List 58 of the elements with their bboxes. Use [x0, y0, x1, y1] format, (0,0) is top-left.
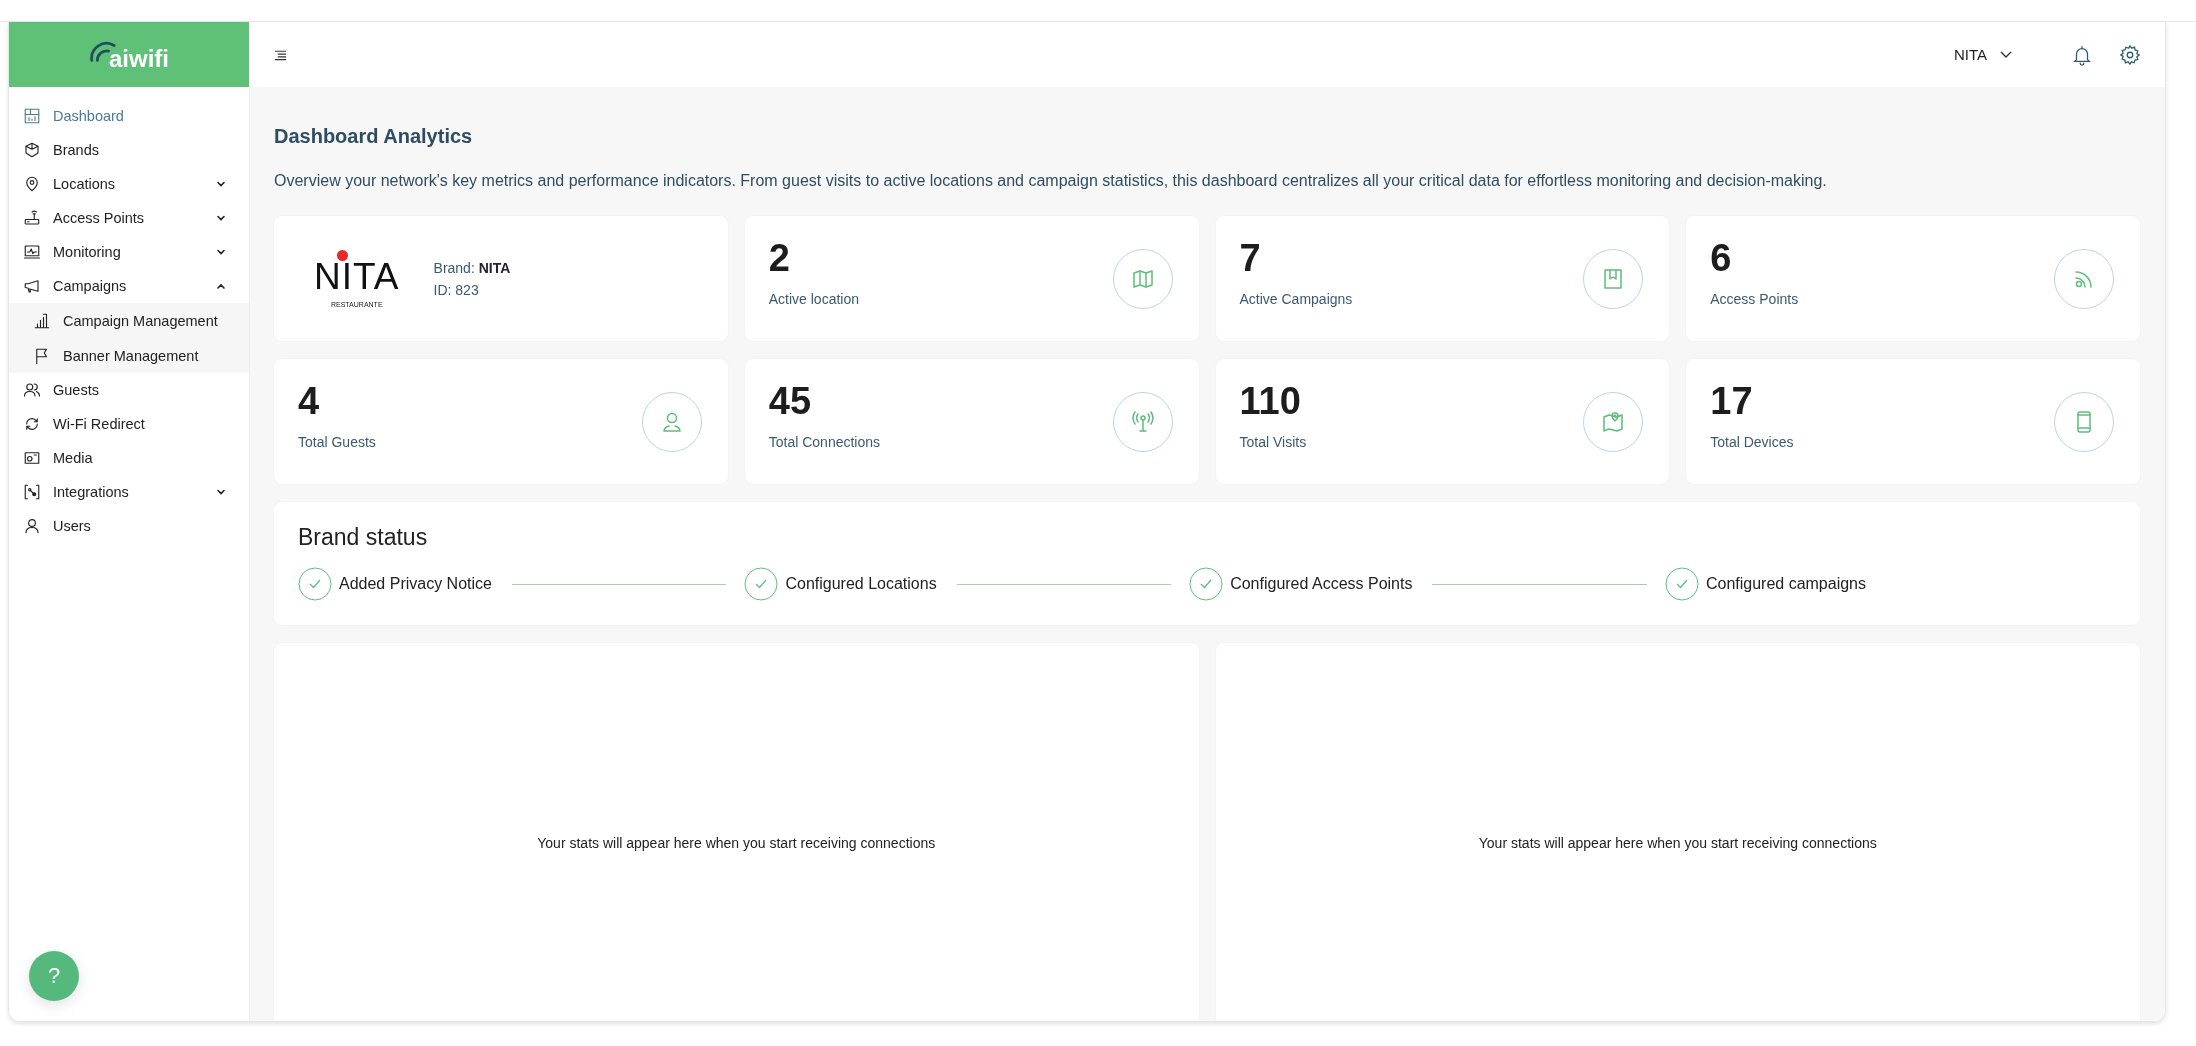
stat-value: 7 [1239, 237, 1262, 280]
stat-label: Access Points [1710, 291, 1799, 308]
hexagon-icon [23, 141, 41, 159]
stat-label: Total Devices [1710, 434, 1794, 451]
submenu-item[interactable]: Banner Management [9, 338, 249, 373]
stat-value: 6 [1710, 237, 1733, 280]
sidebar-item[interactable]: Dashboard [9, 99, 249, 133]
menu-icon[interactable] [274, 48, 287, 61]
location-pin-icon [23, 175, 41, 193]
stat-value: 4 [298, 380, 321, 423]
step-label: Configured Locations [785, 575, 937, 593]
stat-label: Active Campaigns [1239, 291, 1353, 308]
page-description: Overview your network's key metrics and performance indicators. From guest visits to active locations and campaign statistics, this dashboard centralizes all your critical data for effortless monitoring and decision-making. [274, 172, 1828, 190]
brand-name: Brand: NITA [433, 259, 511, 276]
empty-state-message: Your stats will appear here when you start receiving connections [537, 835, 936, 851]
stat-value: 45 [768, 380, 813, 423]
sidebar-item[interactable]: Users [9, 509, 249, 543]
megaphone-icon [23, 277, 41, 295]
stat-value: 110 [1239, 380, 1302, 423]
integration-icon [23, 483, 41, 501]
sidebar-item[interactable]: Access Points [9, 201, 249, 235]
bar-chart-icon [33, 311, 51, 330]
step-label: Configured Access Points [1230, 575, 1413, 593]
stat-label: Active location [768, 291, 860, 308]
user-menu[interactable]: NITA [1953, 46, 1987, 63]
step-label: Configured campaigns [1705, 575, 1866, 593]
step-label: Added Privacy Notice [339, 575, 492, 593]
dashboard-icon [23, 107, 41, 125]
sidebar-item[interactable]: Locations [9, 167, 249, 201]
section-title: Brand status [298, 524, 429, 551]
stat-label: Total Guests [298, 434, 376, 451]
stat-value: 17 [1710, 380, 1754, 423]
page-title: Dashboard Analytics [274, 125, 474, 148]
submenu-item[interactable]: Campaign Management [9, 303, 249, 338]
monitor-icon [23, 243, 41, 261]
brand-id: ID: 823 [433, 281, 480, 298]
antenna-icon [1130, 409, 1155, 434]
sidebar-item[interactable]: Media [9, 441, 249, 475]
sidebar-item[interactable]: Brands [9, 133, 249, 167]
sidebar-item[interactable]: Integrations [9, 475, 249, 509]
stat-label: Total Connections [768, 434, 881, 451]
bell-icon[interactable] [2071, 43, 2093, 66]
stat-label: Total Visits [1239, 434, 1307, 451]
refresh-icon [23, 415, 41, 433]
chevron-down-icon[interactable] [1999, 49, 2013, 60]
sidebar-item[interactable]: Campaigns [9, 269, 249, 303]
media-icon [23, 449, 41, 467]
sidebar-item[interactable]: Wi-Fi Redirect [9, 407, 249, 441]
settings-icon[interactable] [2119, 43, 2141, 66]
stat-value: 2 [768, 237, 791, 280]
empty-state-message: Your stats will appear here when you start receiving connections [1478, 835, 1877, 851]
map-pin-icon [1601, 409, 1626, 434]
sidebar-item[interactable]: Guests [9, 373, 249, 407]
router-icon [23, 209, 41, 227]
person-icon [23, 517, 41, 535]
logo-text: aiwifi [109, 44, 169, 73]
people-icon [23, 381, 41, 399]
sidebar-item[interactable]: Monitoring [9, 235, 249, 269]
